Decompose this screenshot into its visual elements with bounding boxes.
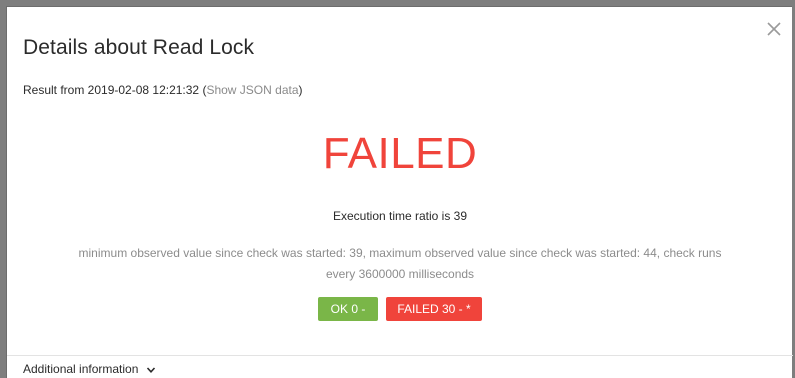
show-json-link[interactable]: Show JSON data — [206, 83, 298, 97]
dialog-title: Details about Read Lock — [23, 36, 255, 59]
result-timestamp: Result from 2019-02-08 12:21:32 (Show JS… — [23, 83, 303, 97]
additional-information-label: Additional information — [23, 362, 139, 376]
result-suffix: ) — [298, 83, 303, 97]
threshold-ranges: OK 0 - 30 FAILED 30 - * — [7, 297, 793, 340]
result-prefix: Result from 2019-02-08 12:21:32 ( — [23, 83, 207, 97]
ok-range-badge: OK 0 - 30 — [318, 297, 378, 340]
status-text: FAILED — [322, 129, 478, 178]
backdrop: Details about Read Lock Result from 2019… — [0, 0, 795, 378]
additional-information-toggle[interactable]: Additional information — [23, 362, 156, 376]
chevron-down-icon — [146, 364, 156, 374]
failed-range-badge: FAILED 30 - * — [386, 297, 482, 321]
check-description: minimum observed value since check was s… — [78, 246, 722, 281]
section-divider — [7, 355, 793, 356]
close-icon[interactable] — [764, 19, 784, 39]
details-dialog: Details about Read Lock Result from 2019… — [6, 6, 793, 378]
execution-ratio-text: Execution time ratio is 39 — [332, 209, 468, 223]
